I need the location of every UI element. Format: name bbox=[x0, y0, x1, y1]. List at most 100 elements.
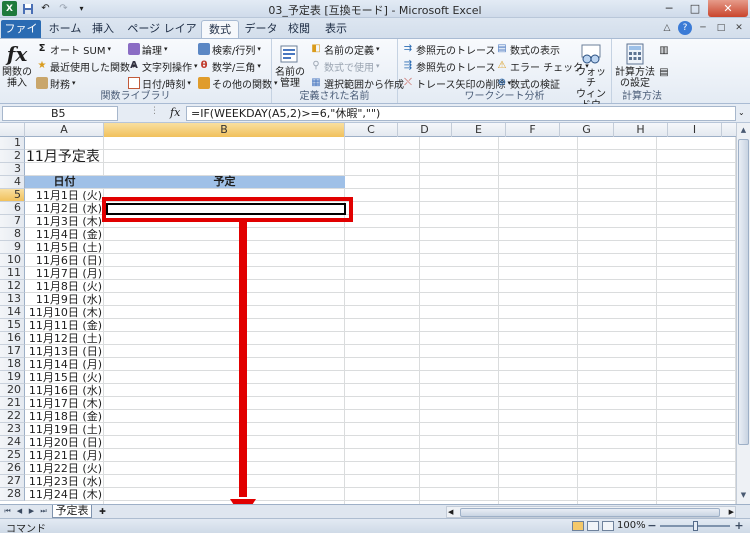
tab-page-layout[interactable]: ページ レイアウト bbox=[124, 20, 200, 52]
tab-insert[interactable]: 挿入 bbox=[86, 20, 120, 38]
column-header-d[interactable]: D bbox=[398, 123, 452, 137]
doc-restore-icon[interactable]: □ bbox=[714, 21, 728, 35]
tab-view[interactable]: 表示 bbox=[319, 20, 353, 38]
date-cell[interactable]: 11月23日 (水) bbox=[25, 475, 104, 488]
column-header-i[interactable]: I bbox=[668, 123, 722, 137]
horizontal-scroll-thumb[interactable] bbox=[460, 508, 720, 517]
close-button[interactable]: ✕ bbox=[708, 0, 748, 17]
cell-area[interactable]: 11月予定表 日付 予定 11月1日 (火) 11月2日 (水) 11月3日 (木)… bbox=[25, 137, 736, 504]
show-formulas-button[interactable]: ▤ 数式の表示 bbox=[496, 41, 560, 57]
zoom-out-icon[interactable]: − bbox=[646, 519, 658, 532]
horizontal-scrollbar[interactable]: ◀ ▶ bbox=[446, 506, 736, 518]
insert-function-icon[interactable]: fx bbox=[170, 106, 180, 119]
name-manager-button[interactable]: 名前の 管理 bbox=[275, 41, 305, 89]
select-all-corner[interactable] bbox=[0, 123, 25, 137]
formula-bar-resize-icon[interactable]: ⋮ bbox=[150, 106, 159, 116]
maximize-button[interactable]: □ bbox=[682, 0, 708, 17]
date-cell[interactable]: 11月13日 (日) bbox=[25, 345, 104, 358]
row-header[interactable]: 5 bbox=[0, 189, 25, 202]
calculate-sheet-icon[interactable]: ▤ bbox=[658, 67, 670, 79]
sheet-title-cell[interactable]: 11月予定表 bbox=[26, 149, 100, 165]
worksheet-grid[interactable]: A B C D E F G H I 1 2 3 4 5 6 7 8 9 10 11 12 13 14 15 1… bbox=[0, 123, 736, 504]
insert-function-button[interactable]: fx 関数の 挿入 bbox=[2, 41, 32, 90]
date-cell[interactable]: 11月9日 (水) bbox=[25, 293, 104, 306]
date-cell[interactable]: 11月2日 (水) bbox=[25, 202, 104, 215]
formula-input[interactable]: =IF(WEEKDAY(A5,2)>=6,"休暇","") bbox=[186, 106, 736, 121]
scroll-down-icon[interactable]: ▼ bbox=[737, 489, 750, 502]
scroll-right-icon[interactable]: ▶ bbox=[729, 507, 734, 517]
sheet-tab-active[interactable]: 予定表 bbox=[52, 505, 92, 518]
math-button[interactable]: θ 数学/三角 ▾ bbox=[198, 58, 261, 74]
column-header-f[interactable]: F bbox=[506, 123, 560, 137]
date-cell[interactable]: 11月3日 (木) bbox=[25, 215, 104, 228]
autosum-button[interactable]: Σ オート SUM ▾ bbox=[36, 41, 111, 57]
date-cell[interactable]: 11月10日 (木) bbox=[25, 306, 104, 319]
date-cell[interactable]: 11月14日 (月) bbox=[25, 358, 104, 371]
column-header-a[interactable]: A bbox=[25, 123, 104, 137]
column-header-c[interactable]: C bbox=[345, 123, 398, 137]
expand-formula-bar-icon[interactable]: ⌄ bbox=[738, 108, 745, 117]
prev-sheet-icon[interactable]: ◀ bbox=[14, 506, 25, 517]
date-cell[interactable]: 11月21日 (月) bbox=[25, 449, 104, 462]
date-cell[interactable]: 11月4日 (金) bbox=[25, 228, 104, 241]
help-icon[interactable]: ? bbox=[678, 21, 692, 35]
row-header[interactable]: 2 bbox=[0, 150, 25, 163]
first-sheet-icon[interactable]: ⏮ bbox=[2, 506, 13, 517]
row-header[interactable]: 1 bbox=[0, 137, 25, 150]
tab-home[interactable]: ホーム bbox=[44, 20, 86, 38]
date-cell[interactable]: 11月15日 (火) bbox=[25, 371, 104, 384]
date-cell[interactable]: 11月16日 (水) bbox=[25, 384, 104, 397]
calculate-now-icon[interactable]: ▥ bbox=[658, 45, 670, 57]
date-cell[interactable]: 11月8日 (火) bbox=[25, 280, 104, 293]
date-cell[interactable]: 11月24日 (木) bbox=[25, 488, 104, 501]
column-header-e[interactable]: E bbox=[452, 123, 506, 137]
scroll-up-icon[interactable]: ▲ bbox=[737, 124, 750, 137]
scroll-left-icon[interactable]: ◀ bbox=[448, 507, 453, 517]
name-box[interactable]: B5 bbox=[2, 106, 118, 121]
tab-data[interactable]: データ bbox=[242, 20, 280, 38]
row-header[interactable]: 6 bbox=[0, 202, 25, 215]
tab-file[interactable]: ファイル bbox=[1, 20, 41, 52]
tab-formulas[interactable]: 数式 bbox=[201, 20, 239, 38]
row-header[interactable]: 8 bbox=[0, 228, 25, 241]
row-header[interactable]: 3 bbox=[0, 163, 25, 176]
date-cell[interactable]: 11月22日 (火) bbox=[25, 462, 104, 475]
trace-precedents-button[interactable]: ⇉ 参照元のトレース bbox=[402, 41, 496, 57]
vertical-scroll-thumb[interactable] bbox=[738, 139, 749, 445]
column-header-h[interactable]: H bbox=[614, 123, 668, 137]
page-break-view-icon[interactable] bbox=[602, 521, 614, 531]
date-cell[interactable]: 11月20日 (日) bbox=[25, 436, 104, 449]
date-cell[interactable]: 11月17日 (木) bbox=[25, 397, 104, 410]
zoom-slider-thumb[interactable] bbox=[693, 521, 698, 531]
date-cell[interactable]: 11月19日 (土) bbox=[25, 423, 104, 436]
zoom-in-icon[interactable]: + bbox=[733, 519, 745, 532]
date-cell[interactable]: 11月12日 (土) bbox=[25, 332, 104, 345]
date-cell[interactable]: 11月5日 (土) bbox=[25, 241, 104, 254]
date-cell[interactable]: 11月1日 (火) bbox=[25, 189, 104, 202]
doc-close-icon[interactable]: ✕ bbox=[732, 21, 746, 35]
tab-review[interactable]: 校閲 bbox=[283, 20, 315, 38]
define-name-button[interactable]: ◧ 名前の定義 ▾ bbox=[310, 41, 379, 57]
ribbon-minimize-icon[interactable]: △ bbox=[660, 21, 674, 35]
next-sheet-icon[interactable]: ▶ bbox=[26, 506, 37, 517]
vertical-scrollbar[interactable]: ▲ ▼ bbox=[736, 123, 750, 504]
row-header[interactable]: 28 bbox=[0, 488, 25, 501]
page-layout-view-icon[interactable] bbox=[587, 521, 599, 531]
recent-functions-button[interactable]: ★ 最近使用した関数 ▾ bbox=[36, 58, 136, 74]
column-header-g[interactable]: G bbox=[560, 123, 614, 137]
text-button[interactable]: A 文字列操作 ▾ bbox=[128, 58, 197, 74]
logical-button[interactable]: 論理 ▾ bbox=[128, 41, 168, 57]
row-header[interactable]: 4 bbox=[0, 176, 25, 189]
date-cell[interactable]: 11月11日 (金) bbox=[25, 319, 104, 332]
minimize-button[interactable]: ─ bbox=[656, 0, 682, 17]
trace-dependents-button[interactable]: ⇶ 参照先のトレース bbox=[402, 58, 496, 74]
column-header-b[interactable]: B bbox=[104, 123, 345, 137]
use-in-formula-button[interactable]: ⚲ 数式で使用 ▾ bbox=[310, 58, 379, 74]
header-date-cell[interactable]: 日付 bbox=[25, 176, 104, 188]
date-cell[interactable]: 11月18日 (金) bbox=[25, 410, 104, 423]
doc-minimize-icon[interactable]: ─ bbox=[696, 21, 710, 35]
header-plan-cell[interactable]: 予定 bbox=[104, 176, 345, 188]
calculation-options-button[interactable]: 計算方法 の設定 bbox=[614, 41, 656, 89]
zoom-level[interactable]: 100% bbox=[617, 520, 646, 531]
lookup-button[interactable]: 検索/行列 ▾ bbox=[198, 41, 261, 57]
